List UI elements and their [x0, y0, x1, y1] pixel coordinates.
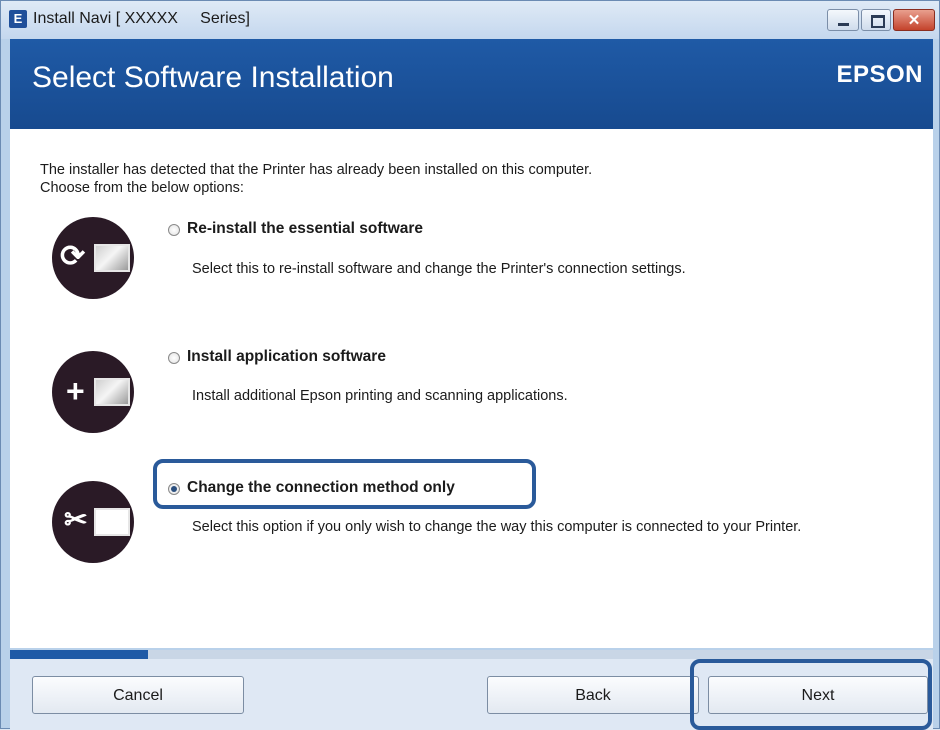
cancel-button[interactable]: Cancel [32, 676, 244, 714]
footer-bar: Cancel Back Next [10, 659, 933, 730]
close-icon: ✕ [907, 12, 921, 29]
progress-fill [10, 650, 149, 659]
add-printer-icon: + [52, 351, 134, 433]
intro-line-1: The installer has detected that the Prin… [40, 162, 593, 178]
window-title: Install Navi [ XXXXX Series] [33, 10, 250, 27]
install-app-radio[interactable] [168, 352, 180, 364]
change-connection-label[interactable]: Change the connection method only [187, 479, 455, 497]
reinstall-printer-icon: ⟳ [52, 217, 134, 299]
content-area: The installer has detected that the Prin… [10, 129, 933, 648]
back-button[interactable]: Back [487, 676, 699, 714]
install-app-label[interactable]: Install application software [187, 348, 386, 366]
title-bar: E Install Navi [ XXXXX Series] ✕ [1, 1, 939, 39]
intro-line-2: Choose from the below options: [40, 180, 244, 196]
page-title: Select Software Installation [32, 61, 394, 94]
app-icon: E [9, 10, 27, 28]
close-button[interactable]: ✕ [893, 9, 935, 31]
intro-text: The installer has detected that the Prin… [40, 161, 592, 197]
reinstall-description: Select this to re-install software and c… [192, 261, 686, 277]
tools-printer-icon: ✂ [52, 481, 134, 563]
brand-logo: EPSON [836, 61, 923, 88]
install-app-description: Install additional Epson printing and sc… [192, 388, 568, 404]
page-header: Select Software Installation EPSON [10, 39, 933, 129]
maximize-button[interactable] [861, 9, 891, 31]
change-connection-radio[interactable] [168, 483, 180, 495]
progress-bar [10, 650, 933, 659]
next-button[interactable]: Next [708, 676, 928, 714]
reinstall-radio[interactable] [168, 224, 180, 236]
installer-window: E Install Navi [ XXXXX Series] ✕ Select … [0, 0, 940, 730]
minimize-button[interactable] [827, 9, 859, 31]
change-connection-description: Select this option if you only wish to c… [192, 519, 802, 535]
reinstall-label[interactable]: Re-install the essential software [187, 220, 423, 238]
